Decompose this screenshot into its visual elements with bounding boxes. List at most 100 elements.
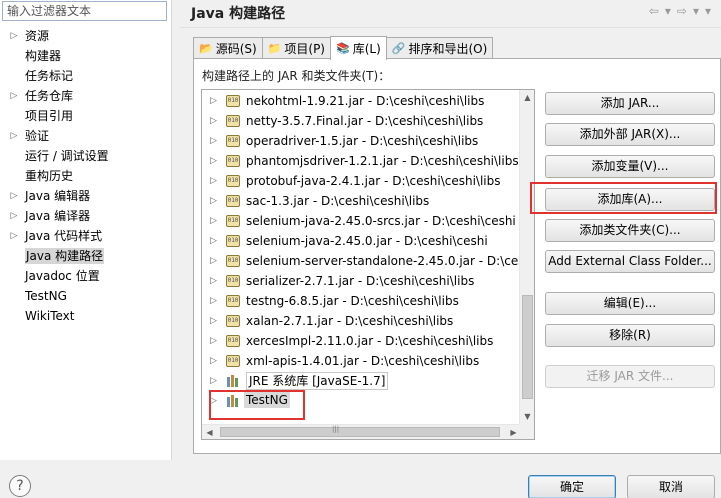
tab-order-export-label: 排序和导出(O) bbox=[408, 42, 488, 56]
expand-icon[interactable]: ▷ bbox=[210, 311, 217, 331]
tree-item-jar[interactable]: ▷ 010 selenium-java-2.45.0-srcs.jar - D:\c… bbox=[202, 211, 521, 231]
nav-item[interactable]: Java 构建路径 bbox=[0, 246, 170, 266]
tree-item-jar[interactable]: ▷ 010 selenium-server-standalone-2.45.0.ja… bbox=[202, 251, 521, 271]
horizontal-scrollbar[interactable]: ◀ ||| ▶ bbox=[202, 424, 521, 439]
nav-tree: ▷ 资源 构建器 任务标记 ▷ 任务仓库 项目引用 ▷ 验证 运行 / 调试设置 重构历史 ▷ Java… bbox=[0, 26, 170, 326]
nav-item[interactable]: 构建器 bbox=[0, 46, 170, 66]
tree-item-jar[interactable]: ▷ 010 xml-apis-1.4.01.jar - D:\ceshi\ceshi… bbox=[202, 351, 521, 371]
nav-item[interactable]: ▷ Java 代码样式 bbox=[0, 226, 170, 246]
tab-libraries[interactable]: 📚 库(L) bbox=[330, 36, 387, 60]
nav-item-label: Javadoc 位置 bbox=[25, 269, 100, 283]
tab-libraries-label: 库(L) bbox=[352, 42, 381, 56]
expand-icon[interactable]: ▷ bbox=[210, 251, 217, 271]
nav-item[interactable]: ▷ 验证 bbox=[0, 126, 170, 146]
help-icon[interactable]: ? bbox=[9, 475, 31, 497]
expand-icon[interactable]: ▷ bbox=[210, 131, 217, 151]
scroll-corner bbox=[519, 424, 534, 439]
edit-button[interactable]: 编辑(E)... bbox=[545, 292, 715, 315]
nav-item[interactable]: 项目引用 bbox=[0, 106, 170, 126]
nav-item[interactable]: ▷ 任务仓库 bbox=[0, 86, 170, 106]
expand-icon[interactable]: ▷ bbox=[9, 226, 19, 246]
add-class-folder-button[interactable]: 添加类文件夹(C)... bbox=[545, 219, 715, 242]
expand-icon[interactable]: ▷ bbox=[9, 206, 19, 226]
project-icon: 📁 bbox=[267, 42, 282, 55]
cancel-button[interactable]: 取消 bbox=[627, 475, 715, 498]
nav-item-label: 项目引用 bbox=[25, 109, 74, 123]
tree-item-jar[interactable]: ▷ 010 nekohtml-1.9.21.jar - D:\ceshi\ceshi… bbox=[202, 91, 521, 111]
back-dropdown-icon[interactable]: ▾ bbox=[663, 4, 673, 18]
scroll-down-icon[interactable]: ▼ bbox=[520, 409, 534, 424]
library-icon bbox=[226, 375, 240, 387]
tree-item-label: phantomjsdriver-1.2.1.jar - D:\ceshi\ces… bbox=[246, 154, 519, 168]
nav-item[interactable]: 任务标记 bbox=[0, 66, 170, 86]
expand-icon[interactable]: ▷ bbox=[210, 211, 217, 231]
scrollbar-thumb[interactable] bbox=[220, 427, 500, 437]
tree-item-jar[interactable]: ▷ 010 serializer-2.7.1.jar - D:\ceshi\cesh… bbox=[202, 271, 521, 291]
jar-icon: 010 bbox=[226, 235, 240, 247]
nav-item[interactable]: ▷ Java 编译器 bbox=[0, 206, 170, 226]
tree-item-label: testng-6.8.5.jar - D:\ceshi\ceshi\libs bbox=[246, 294, 459, 308]
back-arrow-icon[interactable]: ⇦ bbox=[647, 4, 661, 18]
tree-item-jar[interactable]: ▷ 010 xercesImpl-2.11.0.jar - D:\ceshi\ces… bbox=[202, 331, 521, 351]
nav-item-label: 任务标记 bbox=[25, 69, 74, 83]
expand-icon[interactable]: ▷ bbox=[210, 391, 217, 411]
remove-button[interactable]: 移除(R) bbox=[545, 324, 715, 347]
add-external-jar-button[interactable]: 添加外部 JAR(X)... bbox=[545, 123, 715, 146]
tree-item-jar[interactable]: ▷ 010 xalan-2.7.1.jar - D:\ceshi\ceshi\lib… bbox=[202, 311, 521, 331]
tree-item-jar[interactable]: ▷ 010 testng-6.8.5.jar - D:\ceshi\ceshi\li… bbox=[202, 291, 521, 311]
nav-item[interactable]: ▷ Java 编辑器 bbox=[0, 186, 170, 206]
expand-icon[interactable]: ▷ bbox=[210, 351, 217, 371]
preferences-nav-pane: ▷ 资源构建器任务标记 ▷ 任务仓库项目引用 ▷ 验证运行 / 调试设置重构历史 ▷ Java… bbox=[0, 0, 172, 460]
grip-icon: ||| bbox=[332, 425, 340, 433]
add-library-button[interactable]: 添加库(A)... bbox=[545, 188, 715, 211]
expand-icon[interactable]: ▷ bbox=[9, 86, 19, 106]
folder-source-icon: 📂 bbox=[199, 42, 213, 55]
tab-order-export[interactable]: 🔗 排序和导出(O) bbox=[385, 37, 494, 59]
scroll-up-icon[interactable]: ▲ bbox=[520, 90, 534, 105]
vertical-scrollbar[interactable]: ▲ ▼ bbox=[519, 90, 534, 424]
scrollbar-thumb[interactable] bbox=[522, 295, 533, 399]
nav-item-label: Java 编辑器 bbox=[25, 189, 91, 203]
tree-item-jar[interactable]: ▷ 010 sac-1.3.jar - D:\ceshi\ceshi\libs bbox=[202, 191, 521, 211]
tree-item-jar[interactable]: ▷ 010 selenium-java-2.45.0.jar - D:\ceshi\… bbox=[202, 231, 521, 251]
view-menu-icon[interactable]: ▾ bbox=[703, 4, 713, 18]
scroll-left-icon[interactable]: ◀ bbox=[202, 425, 217, 439]
nav-item[interactable]: 运行 / 调试设置 bbox=[0, 146, 170, 166]
nav-item[interactable]: TestNG bbox=[0, 286, 170, 306]
nav-item[interactable]: ▷ 资源 bbox=[0, 26, 170, 46]
nav-item[interactable]: 重构历史 bbox=[0, 166, 170, 186]
expand-icon[interactable]: ▷ bbox=[9, 186, 19, 206]
add-jar-button[interactable]: 添加 JAR... bbox=[545, 92, 715, 115]
expand-icon[interactable]: ▷ bbox=[210, 231, 217, 251]
forward-arrow-icon[interactable]: ⇨ bbox=[675, 4, 689, 18]
add-variable-button[interactable]: 添加变量(V)... bbox=[545, 155, 715, 178]
jar-icon: 010 bbox=[226, 95, 240, 107]
tree-item-label: nekohtml-1.9.21.jar - D:\ceshi\ceshi\lib… bbox=[246, 94, 485, 108]
add-external-class-folder-button[interactable]: Add External Class Folder... bbox=[545, 250, 715, 273]
tab-source[interactable]: 📂 源码(S) bbox=[193, 37, 263, 59]
expand-icon[interactable]: ▷ bbox=[210, 291, 217, 311]
ok-button[interactable]: 确定 bbox=[528, 475, 616, 498]
tree-item-jar[interactable]: ▷ 010 netty-3.5.7.Final.jar - D:\ceshi\ces… bbox=[202, 111, 521, 131]
expand-icon[interactable]: ▷ bbox=[210, 271, 217, 291]
expand-icon[interactable]: ▷ bbox=[210, 91, 217, 111]
expand-icon[interactable]: ▷ bbox=[210, 151, 217, 171]
tree-item-jre[interactable]: ▷ JRE 系统库 [JavaSE-1.7] bbox=[202, 371, 521, 391]
build-path-tree[interactable]: ▷ 010 nekohtml-1.9.21.jar - D:\ceshi\ceshi… bbox=[201, 89, 535, 440]
tree-item-jar[interactable]: ▷ 010 protobuf-java-2.4.1.jar - D:\ceshi\c… bbox=[202, 171, 521, 191]
expand-icon[interactable]: ▷ bbox=[210, 371, 217, 391]
tree-item-jar[interactable]: ▷ 010 operadriver-1.5.jar - D:\ceshi\ceshi… bbox=[202, 131, 521, 151]
tab-projects[interactable]: 📁 项目(P) bbox=[261, 37, 331, 59]
expand-icon[interactable]: ▷ bbox=[210, 191, 217, 211]
tree-item-testng[interactable]: ▷ TestNG bbox=[202, 391, 521, 411]
expand-icon[interactable]: ▷ bbox=[9, 26, 19, 46]
tree-item-jar[interactable]: ▷ 010 phantomjsdriver-1.2.1.jar - D:\ceshi… bbox=[202, 151, 521, 171]
nav-item[interactable]: Javadoc 位置 bbox=[0, 266, 170, 286]
expand-icon[interactable]: ▷ bbox=[210, 111, 217, 131]
forward-dropdown-icon[interactable]: ▾ bbox=[691, 4, 701, 18]
filter-input[interactable] bbox=[2, 1, 167, 21]
nav-item[interactable]: WikiText bbox=[0, 306, 170, 326]
expand-icon[interactable]: ▷ bbox=[210, 171, 217, 191]
expand-icon[interactable]: ▷ bbox=[210, 331, 217, 351]
expand-icon[interactable]: ▷ bbox=[9, 126, 19, 146]
